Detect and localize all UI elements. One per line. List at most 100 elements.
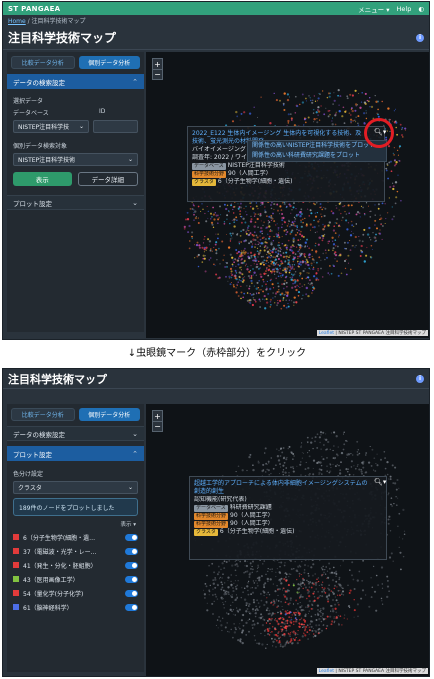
map-node-dot[interactable] <box>323 226 326 228</box>
menu-button[interactable]: メニュー ▾ <box>358 4 389 14</box>
map-node-dot[interactable] <box>192 203 194 205</box>
map-node-dot[interactable] <box>272 287 275 289</box>
map-node-dot[interactable] <box>259 238 262 241</box>
map-node-dot[interactable] <box>316 118 318 120</box>
map-node-dot[interactable] <box>296 641 299 645</box>
map-node-dot[interactable] <box>282 618 285 621</box>
map-node-dot[interactable] <box>289 635 292 637</box>
map-node-dot[interactable] <box>388 556 392 559</box>
map-node-dot[interactable] <box>269 568 271 571</box>
map-node-dot[interactable] <box>204 255 206 257</box>
map-node-dot[interactable] <box>254 257 257 260</box>
map-node-dot[interactable] <box>380 458 382 461</box>
map-node-dot[interactable] <box>246 469 248 472</box>
map-node-dot[interactable] <box>240 266 242 269</box>
map-node-dot[interactable] <box>292 467 295 470</box>
data-detail-button[interactable]: データ詳細 <box>77 172 138 186</box>
map-node-dot[interactable] <box>268 627 271 630</box>
map-node-dot[interactable] <box>314 203 316 206</box>
map-node-dot[interactable] <box>318 119 321 121</box>
map-node-dot[interactable] <box>278 264 281 267</box>
map-node-dot[interactable] <box>240 285 242 287</box>
map-node-dot[interactable] <box>260 575 263 578</box>
map-node-dot[interactable] <box>210 221 214 224</box>
map-node-dot[interactable] <box>257 243 259 245</box>
map-node-dot[interactable] <box>311 255 313 258</box>
map-node-dot[interactable] <box>220 588 223 591</box>
map-node-dot[interactable] <box>356 451 359 453</box>
map-node-dot[interactable] <box>261 623 265 627</box>
map-node-dot[interactable] <box>284 268 287 271</box>
map-node-dot[interactable] <box>293 301 295 304</box>
map-node-dot[interactable] <box>281 275 284 277</box>
map-node-dot[interactable] <box>321 629 323 632</box>
map-node-dot[interactable] <box>272 297 274 299</box>
map-node-dot[interactable] <box>252 274 254 276</box>
map-node-dot[interactable] <box>197 253 200 257</box>
map-node-dot[interactable] <box>355 116 357 118</box>
map-node-dot[interactable] <box>395 126 397 129</box>
map-node-dot[interactable] <box>310 615 313 618</box>
map-node-dot[interactable] <box>245 634 248 636</box>
map-node-dot[interactable] <box>245 205 247 208</box>
map-node-dot[interactable] <box>329 463 332 466</box>
map-node-dot[interactable] <box>211 250 213 252</box>
map-node-dot[interactable] <box>243 252 246 256</box>
map-node-dot[interactable] <box>320 620 323 623</box>
map-node-dot[interactable] <box>403 533 406 536</box>
map-node-dot[interactable] <box>267 252 270 255</box>
map-node-dot[interactable] <box>211 602 214 605</box>
map-node-dot[interactable] <box>282 216 285 220</box>
map-node-dot[interactable] <box>397 154 399 156</box>
map-node-dot[interactable] <box>353 465 355 467</box>
map-node-dot[interactable] <box>347 468 349 470</box>
map-node-dot[interactable] <box>226 265 228 268</box>
map-node-dot[interactable] <box>329 265 331 267</box>
map-node-dot[interactable] <box>243 292 246 295</box>
map-node-dot[interactable] <box>345 273 348 276</box>
map-node-dot[interactable] <box>251 243 254 245</box>
map-node-dot[interactable] <box>299 581 301 583</box>
map-node-dot[interactable] <box>335 435 338 438</box>
map-node-dot[interactable] <box>251 207 255 210</box>
map-node-dot[interactable] <box>226 204 229 207</box>
map-node-dot[interactable] <box>332 249 334 252</box>
map-node-dot[interactable] <box>353 616 355 618</box>
map-node-dot[interactable] <box>204 235 206 238</box>
map-node-dot[interactable] <box>289 265 291 268</box>
map-node-dot[interactable] <box>396 149 399 152</box>
map-node-dot[interactable] <box>225 561 228 563</box>
map-node-dot[interactable] <box>291 209 293 211</box>
map-node-dot[interactable] <box>360 469 362 471</box>
map-node-dot[interactable] <box>289 267 291 269</box>
map-node-dot[interactable] <box>256 236 259 239</box>
map-node-dot[interactable] <box>225 275 227 278</box>
map-node-dot[interactable] <box>343 122 346 124</box>
map-node-dot[interactable] <box>345 457 348 459</box>
map-node-dot[interactable] <box>267 591 269 594</box>
map-node-dot[interactable] <box>343 259 347 263</box>
map-node-dot[interactable] <box>346 440 348 443</box>
map-node-dot[interactable] <box>324 207 327 210</box>
map-node-dot[interactable] <box>336 586 338 588</box>
display-dropdown[interactable]: 表示 ▾ <box>7 516 144 530</box>
map-node-dot[interactable] <box>235 287 237 289</box>
map-node-dot[interactable] <box>262 618 265 621</box>
map-node-dot[interactable] <box>316 100 319 102</box>
map-node-dot[interactable] <box>275 224 277 226</box>
map-node-dot[interactable] <box>303 564 307 567</box>
map-node-dot[interactable] <box>304 614 307 618</box>
map-node-dot[interactable] <box>289 625 291 627</box>
map-node-dot[interactable] <box>227 630 229 633</box>
map-node-dot[interactable] <box>249 277 251 279</box>
map-node-dot[interactable] <box>383 451 386 453</box>
map-node-dot[interactable] <box>393 110 396 112</box>
map-node-dot[interactable] <box>306 597 308 600</box>
map-node-dot[interactable] <box>292 620 295 623</box>
map-node-dot[interactable] <box>183 225 186 228</box>
map-node-dot[interactable] <box>310 566 313 569</box>
map-node-dot[interactable] <box>258 616 261 619</box>
map-node-dot[interactable] <box>390 497 393 499</box>
map-node-dot[interactable] <box>250 265 252 267</box>
map-node-dot[interactable] <box>236 596 238 599</box>
